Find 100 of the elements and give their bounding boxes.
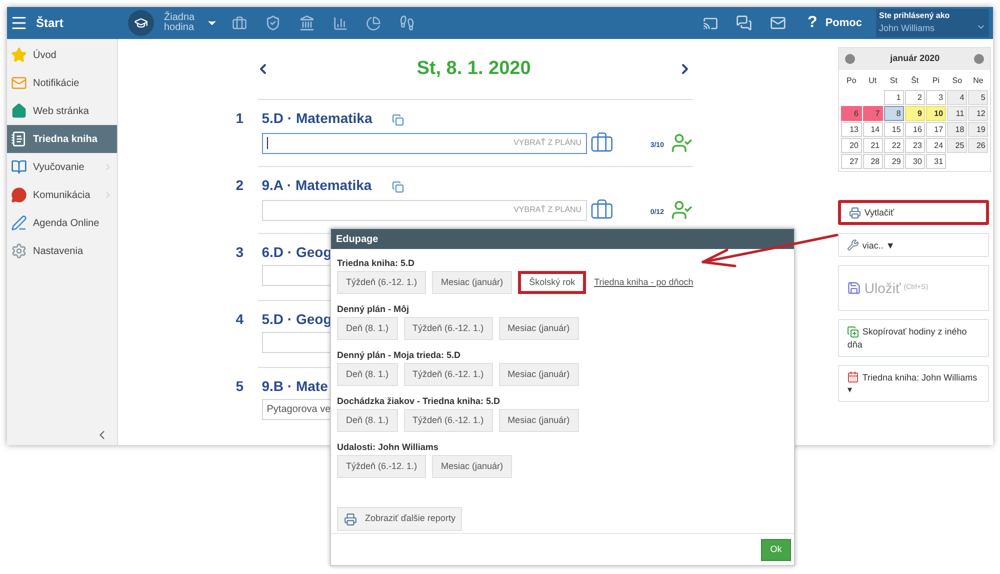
calendar-day[interactable]: 3 — [926, 90, 946, 105]
report-button[interactable]: Týždeň (6.-12. 1.) — [404, 317, 493, 340]
user-menu[interactable]: Ste prihlásený ako John Williams — [876, 9, 989, 37]
report-button[interactable]: Týždeň (6.-12. 1.) — [337, 271, 426, 294]
sidebar-item[interactable]: Vyučovanie — [7, 153, 117, 181]
calendar-day[interactable]: 5 — [968, 90, 988, 105]
bank-icon[interactable] — [299, 15, 315, 31]
tools-icon — [847, 239, 860, 252]
calendar-day[interactable]: 25 — [947, 138, 968, 153]
report-button[interactable]: Deň (8. 1.) — [337, 363, 398, 386]
calendar-day[interactable]: 19 — [968, 122, 988, 137]
calendar-day[interactable]: 4 — [947, 90, 968, 105]
report-button[interactable]: Deň (8. 1.) — [337, 409, 398, 432]
copy-icon[interactable] — [392, 181, 404, 193]
login-caption: Ste prihlásený ako — [879, 10, 951, 22]
student-check-icon[interactable] — [670, 199, 693, 221]
action-button[interactable]: Skopírovať hodiny z iného dňa — [838, 319, 990, 356]
calendar-day[interactable]: 1 — [884, 90, 904, 105]
calendar-icon — [847, 371, 860, 384]
sidebar-item[interactable]: Agenda Online — [7, 209, 117, 237]
lesson-selector[interactable]: Žiadna hodina — [164, 13, 218, 33]
day-title: St, 8. 1. 2020 — [416, 56, 532, 81]
printer-icon — [344, 512, 357, 526]
report-group-heading: Dochádzka žiakov - Triedna kniha: 5.D — [337, 395, 502, 408]
calendar-day[interactable]: 30 — [904, 154, 925, 169]
calendar-day[interactable]: 6 — [841, 106, 862, 121]
lesson-number: 2 — [234, 176, 245, 194]
report-link[interactable]: Triedna kniha - po dňoch — [594, 276, 694, 290]
report-button[interactable]: Týždeň (6.-12. 1.) — [337, 455, 426, 478]
report-button[interactable]: Týždeň (6.-12. 1.) — [404, 363, 493, 386]
calendar-day[interactable]: 11 — [947, 106, 968, 121]
graduation-cap-icon — [128, 10, 154, 36]
weekday-label: Pi — [931, 75, 941, 87]
menu-button[interactable]: Štart — [7, 7, 117, 39]
briefcase-icon[interactable] — [232, 16, 247, 30]
calendar-day[interactable]: 8 — [884, 106, 904, 121]
calendar-day[interactable]: 28 — [862, 154, 883, 169]
calendar-day[interactable]: 7 — [862, 106, 883, 121]
user-name: John Williams — [879, 22, 936, 36]
calendar-day[interactable]: 20 — [841, 138, 862, 153]
help-button[interactable]: ? Pomoc — [808, 11, 862, 35]
more-reports-button[interactable]: Zobraziť ďalšie reporty — [337, 507, 462, 531]
calendar-day[interactable]: 27 — [841, 154, 862, 169]
pie-chart-icon[interactable] — [366, 16, 381, 30]
copy-icon[interactable] — [392, 114, 404, 126]
lesson-title: 9.A · Matematika — [262, 176, 372, 194]
sidebar-item[interactable]: Triedna kniha — [7, 125, 117, 153]
action-button[interactable]: viac.. ▼ — [838, 232, 990, 258]
report-button[interactable]: Mesiac (január) — [498, 363, 579, 386]
shield-icon[interactable] — [265, 15, 281, 31]
calendar-day[interactable]: 14 — [862, 122, 883, 137]
chat-icon[interactable] — [736, 15, 752, 31]
notebook-icon — [11, 131, 27, 147]
next-month-icon[interactable] — [974, 54, 984, 64]
envelope-icon[interactable] — [770, 15, 786, 31]
calendar-day[interactable]: 16 — [904, 122, 925, 137]
action-button[interactable]: Triedna kniha: John Williams ▾ — [838, 364, 990, 402]
bar-chart-icon[interactable] — [333, 16, 348, 30]
report-button[interactable]: Mesiac (január) — [432, 271, 512, 294]
report-button[interactable]: Mesiac (január) — [498, 409, 579, 432]
student-check-icon[interactable] — [670, 132, 693, 154]
sidebar-item[interactable]: Web stránka — [7, 97, 117, 125]
pen-icon — [11, 215, 27, 231]
calendar-day[interactable]: 22 — [884, 138, 904, 153]
calendar-day[interactable]: 21 — [862, 138, 883, 153]
weekday-label: St — [888, 75, 898, 87]
previous-month-icon[interactable] — [845, 54, 856, 64]
action-button[interactable]: Vytlačiť — [838, 200, 990, 225]
sidebar-item[interactable]: Notifikácie — [7, 69, 117, 97]
calendar-day[interactable]: 12 — [968, 106, 988, 121]
calendar-day[interactable]: 31 — [926, 154, 946, 169]
sidebar-item[interactable]: Úvod — [7, 41, 117, 69]
text-cursor — [266, 137, 268, 149]
calendar-day[interactable]: 9 — [904, 106, 925, 121]
calendar-day[interactable]: 2 — [904, 90, 925, 105]
calendar-day[interactable]: 17 — [926, 122, 946, 137]
calendar-day[interactable]: 18 — [947, 122, 968, 137]
weekday-label: Ut — [868, 75, 878, 87]
calendar-day[interactable]: 24 — [926, 138, 946, 153]
report-button[interactable]: Deň (8. 1.) — [337, 317, 398, 340]
cast-icon[interactable] — [702, 16, 718, 30]
lesson-number: 3 — [234, 242, 245, 262]
house-icon — [11, 103, 27, 119]
sidebar-item[interactable]: Nastavenia — [7, 237, 117, 265]
gear-icon — [11, 243, 27, 259]
field-value: Pytagorova ve — [266, 403, 331, 417]
report-button[interactable]: Školský rok — [518, 271, 586, 294]
report-group-heading: Triedna kniha: 5.D — [337, 257, 416, 270]
report-button[interactable]: Mesiac (január) — [432, 455, 512, 478]
calendar-day[interactable]: 23 — [904, 138, 925, 153]
calendar-day[interactable]: 15 — [884, 122, 904, 137]
calendar-day[interactable]: 10 — [926, 106, 946, 121]
book-icon — [11, 159, 27, 175]
report-button[interactable]: Týždeň (6.-12. 1.) — [404, 409, 493, 432]
report-button[interactable]: Mesiac (január) — [498, 317, 579, 340]
calendar-day[interactable]: 13 — [841, 122, 862, 137]
lesson-title: 5.D · Matematika — [262, 108, 372, 128]
calendar-day[interactable]: 29 — [884, 154, 904, 169]
sidebar-item[interactable]: Komunikácia — [7, 181, 117, 209]
calendar-day[interactable]: 26 — [968, 138, 988, 153]
